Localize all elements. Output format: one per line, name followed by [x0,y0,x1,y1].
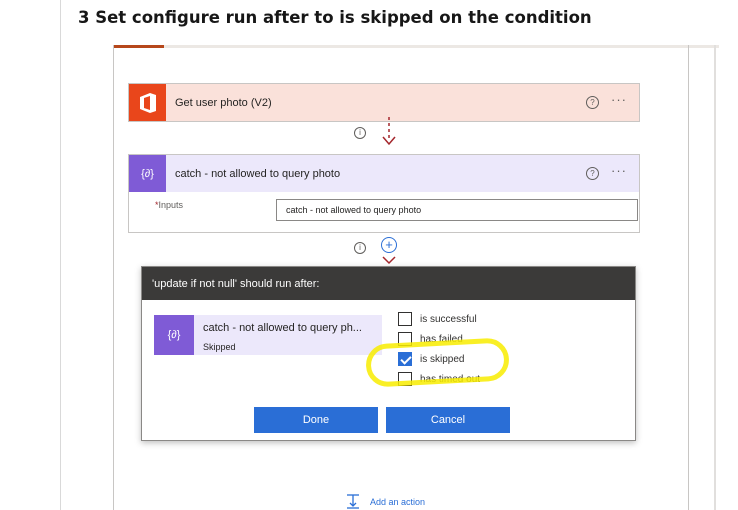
more-options-icon[interactable]: ··· [611,92,627,107]
cancel-button[interactable]: Cancel [386,407,510,433]
add-action-link[interactable]: Add an action [370,497,425,507]
action-title: catch - not allowed to query photo [175,167,341,180]
inputs-label: *Inputs [155,200,184,210]
arrow-down-icon [382,256,396,265]
info-icon[interactable]: i [354,242,366,254]
help-icon[interactable]: ? [586,96,599,109]
compose-data-operation-icon: {∂} [154,315,194,355]
run-after-status: Skipped [203,342,236,352]
action-card-catch-compose[interactable]: {∂} catch - not allowed to query photo ?… [128,154,640,233]
checkbox-is-successful[interactable] [398,312,412,326]
action-title: Get user photo (V2) [175,96,272,109]
info-icon[interactable]: i [354,127,366,139]
option-is-successful[interactable]: is successful [398,309,480,329]
insert-step-plus-icon[interactable]: + [381,237,397,253]
run-after-action-title: catch - not allowed to query ph... [203,322,362,334]
inputs-field[interactable]: catch - not allowed to query photo [276,199,638,221]
add-action-icon[interactable] [346,493,360,509]
canvas-divider [688,45,689,510]
canvas-scroll-edge [714,45,716,510]
compose-data-operation-icon: {∂} [129,155,166,192]
done-button[interactable]: Done [254,407,378,433]
dialog-title: 'update if not null' should run after: [142,267,635,300]
document-left-rule [60,0,61,510]
run-after-action-card: {∂} catch - not allowed to query ph... S… [154,315,382,355]
dashed-arrow-icon [382,117,396,146]
highlight-annotation [364,337,511,388]
page-heading: 3 Set configure run after to is skipped … [78,8,592,27]
help-icon[interactable]: ? [586,167,599,180]
more-options-icon[interactable]: ··· [611,163,627,178]
office-logo-icon [129,84,166,121]
